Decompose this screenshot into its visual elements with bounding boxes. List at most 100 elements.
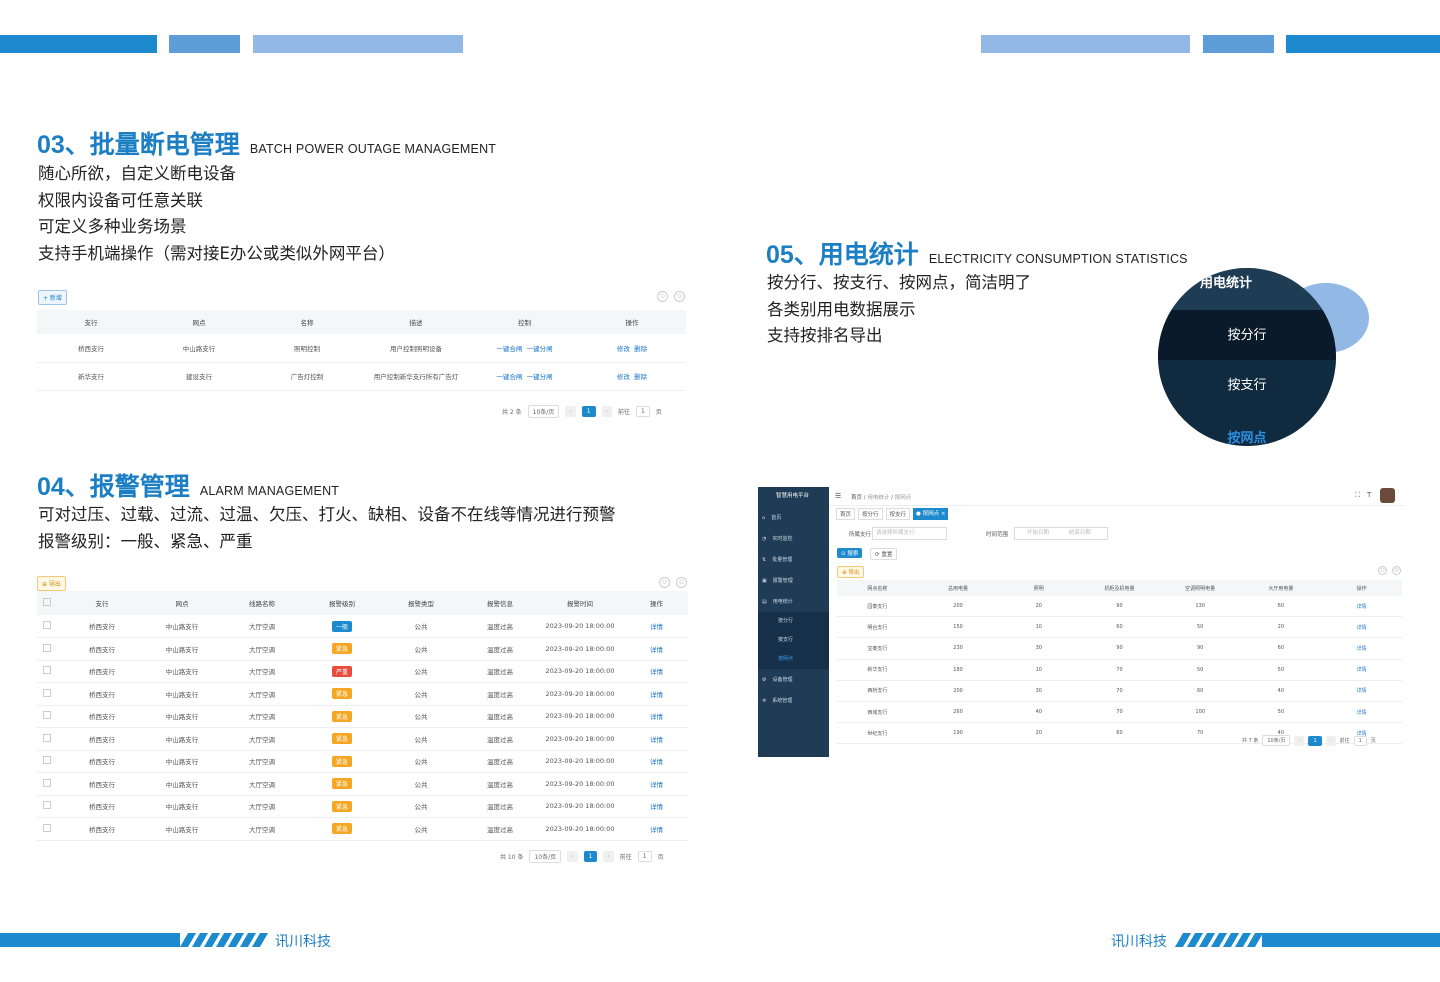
tab-branch[interactable]: 按分行: [858, 508, 883, 520]
section-03-line: 支持手机端操作（需对接E办公或类似外网平台）: [38, 243, 395, 263]
sidebar-item[interactable]: 按网点: [758, 650, 829, 669]
row-checkbox[interactable]: [37, 772, 57, 796]
columns-icon[interactable]: ○: [676, 577, 687, 588]
cell-op[interactable]: 详情: [625, 750, 688, 773]
row-checkbox[interactable]: [37, 750, 57, 773]
sidebar-item[interactable]: ⌂ 首页: [758, 514, 829, 521]
cell-outlet: 中山路支行: [147, 727, 217, 751]
sidebar-item[interactable]: ▣ 报警管理: [758, 577, 829, 584]
date-range-label: 时间范围: [986, 532, 1009, 538]
row-checkbox[interactable]: [37, 637, 57, 661]
next-page-button[interactable]: ›: [601, 406, 612, 417]
reset-button[interactable]: ⟳ 重置: [870, 548, 898, 560]
column-header: 总用电量: [917, 580, 999, 596]
add-button[interactable]: + 新增: [38, 290, 67, 305]
stats-menu-item-subbranch[interactable]: 按支行: [1158, 360, 1336, 410]
cell-line: 大厅空调: [217, 727, 307, 751]
row-checkbox[interactable]: [37, 615, 57, 638]
sidebar-item-label: 按分行: [778, 618, 794, 624]
menu-toggle-icon[interactable]: ☰: [835, 492, 841, 500]
avatar[interactable]: [1380, 488, 1395, 503]
sidebar-item[interactable]: ✲ 系统管理: [758, 697, 829, 704]
delete-link[interactable]: 删除: [634, 373, 647, 381]
cell-line: 大厅空调: [217, 637, 307, 661]
sidebar-item[interactable]: ⚙ 设备管理: [758, 676, 829, 683]
next-page-button[interactable]: ›: [1325, 735, 1336, 746]
prev-page-button[interactable]: ‹: [1294, 735, 1305, 746]
cell-op[interactable]: 详情: [625, 660, 688, 683]
detail-link[interactable]: 详情: [1321, 616, 1402, 639]
search-button[interactable]: ⊙ 搜索: [837, 548, 863, 558]
goto-page-input[interactable]: 1: [637, 851, 652, 862]
row-checkbox[interactable]: [37, 795, 57, 818]
close-switch-link[interactable]: 一键合闸: [496, 373, 522, 381]
tab-home[interactable]: 首页: [836, 508, 856, 520]
row-checkbox[interactable]: [37, 660, 57, 683]
row-checkbox[interactable]: [37, 705, 57, 728]
page-size-select[interactable]: 10条/页: [529, 850, 562, 863]
refresh-icon[interactable]: ○: [1378, 566, 1387, 575]
footer-brand-left: 讯川科技: [275, 933, 331, 949]
cell-op[interactable]: 详情: [625, 637, 688, 661]
current-page[interactable]: 1: [1308, 735, 1322, 746]
edit-link[interactable]: 修改: [617, 345, 630, 353]
row-checkbox[interactable]: [37, 682, 57, 706]
branch-filter-select[interactable]: 请选择所属支行: [872, 527, 947, 540]
breadcrumb-item[interactable]: 首页: [851, 495, 862, 501]
sidebar-item[interactable]: 按支行: [758, 631, 829, 650]
column-header: 网点: [145, 310, 253, 334]
delete-link[interactable]: 删除: [634, 345, 647, 353]
detail-link[interactable]: 详情: [1321, 637, 1402, 660]
cell-info: 温度过高: [465, 705, 535, 728]
page-size-select[interactable]: 10条/页: [1262, 735, 1291, 746]
cell-op[interactable]: 详情: [625, 615, 688, 638]
select-all-checkbox[interactable]: [37, 591, 57, 615]
stats-menu-item-branch[interactable]: 按分行: [1158, 310, 1336, 360]
sidebar-item[interactable]: ◔ 实时监控: [758, 535, 829, 542]
columns-icon[interactable]: ○: [1392, 566, 1401, 575]
prev-page-button[interactable]: ‹: [567, 851, 578, 862]
edit-link[interactable]: 修改: [617, 373, 630, 381]
goto-page-input[interactable]: 1: [1353, 735, 1367, 746]
detail-link[interactable]: 详情: [1321, 701, 1402, 724]
detail-link[interactable]: 详情: [1321, 680, 1402, 702]
sidebar-item[interactable]: 按分行: [758, 612, 829, 631]
tab-subbranch[interactable]: 按支行: [885, 508, 911, 520]
stats-menu-item-outlet[interactable]: 按网点: [1158, 410, 1336, 446]
table-cell: 60: [1079, 616, 1160, 639]
open-switch-link[interactable]: 一键分闸: [527, 373, 553, 381]
cell-op[interactable]: 详情: [625, 795, 688, 818]
dashboard-tabs: 首页 按分行 按支行 ● 按网点 ×: [836, 508, 949, 520]
current-page[interactable]: 1: [581, 406, 596, 417]
open-switch-link[interactable]: 一键分闸: [527, 345, 553, 353]
cell-type: 公共: [377, 615, 465, 638]
export-button[interactable]: ⊕ 导出: [37, 576, 66, 591]
sidebar-item[interactable]: ⇅ 批量管理: [758, 556, 829, 563]
font-size-icon[interactable]: T: [1367, 491, 1371, 499]
refresh-icon[interactable]: ○: [657, 291, 668, 302]
detail-link[interactable]: 详情: [1321, 659, 1402, 681]
tab-outlet[interactable]: ● 按网点 ×: [913, 508, 949, 520]
detail-link[interactable]: 详情: [1321, 596, 1402, 618]
cell-op[interactable]: 详情: [625, 682, 688, 706]
cell-control: 一键合闸 一键分闸: [471, 334, 578, 363]
page-size-select[interactable]: 10条/页: [527, 405, 560, 418]
sidebar-item[interactable]: ▤ 用电统计: [758, 598, 829, 605]
fullscreen-icon[interactable]: ⛶: [1355, 491, 1360, 500]
cell-op[interactable]: 详情: [625, 772, 688, 796]
row-checkbox[interactable]: [37, 727, 57, 751]
prev-page-button[interactable]: ‹: [565, 406, 576, 417]
next-page-button[interactable]: ›: [603, 851, 614, 862]
goto-page-input[interactable]: 1: [635, 406, 650, 417]
columns-icon[interactable]: ○: [674, 291, 685, 302]
cell-op[interactable]: 详情: [625, 727, 688, 751]
cell-op[interactable]: 详情: [625, 817, 688, 841]
current-page[interactable]: 1: [583, 851, 598, 862]
breadcrumb-item[interactable]: 用电统计: [867, 495, 889, 501]
export-button[interactable]: ⊕ 导出: [837, 566, 865, 578]
cell-op[interactable]: 详情: [625, 705, 688, 728]
row-checkbox[interactable]: [37, 817, 57, 841]
date-range-input[interactable]: 开始日期 结束日期: [1014, 527, 1108, 540]
refresh-icon[interactable]: ○: [659, 577, 670, 588]
close-switch-link[interactable]: 一键合闸: [496, 345, 522, 353]
